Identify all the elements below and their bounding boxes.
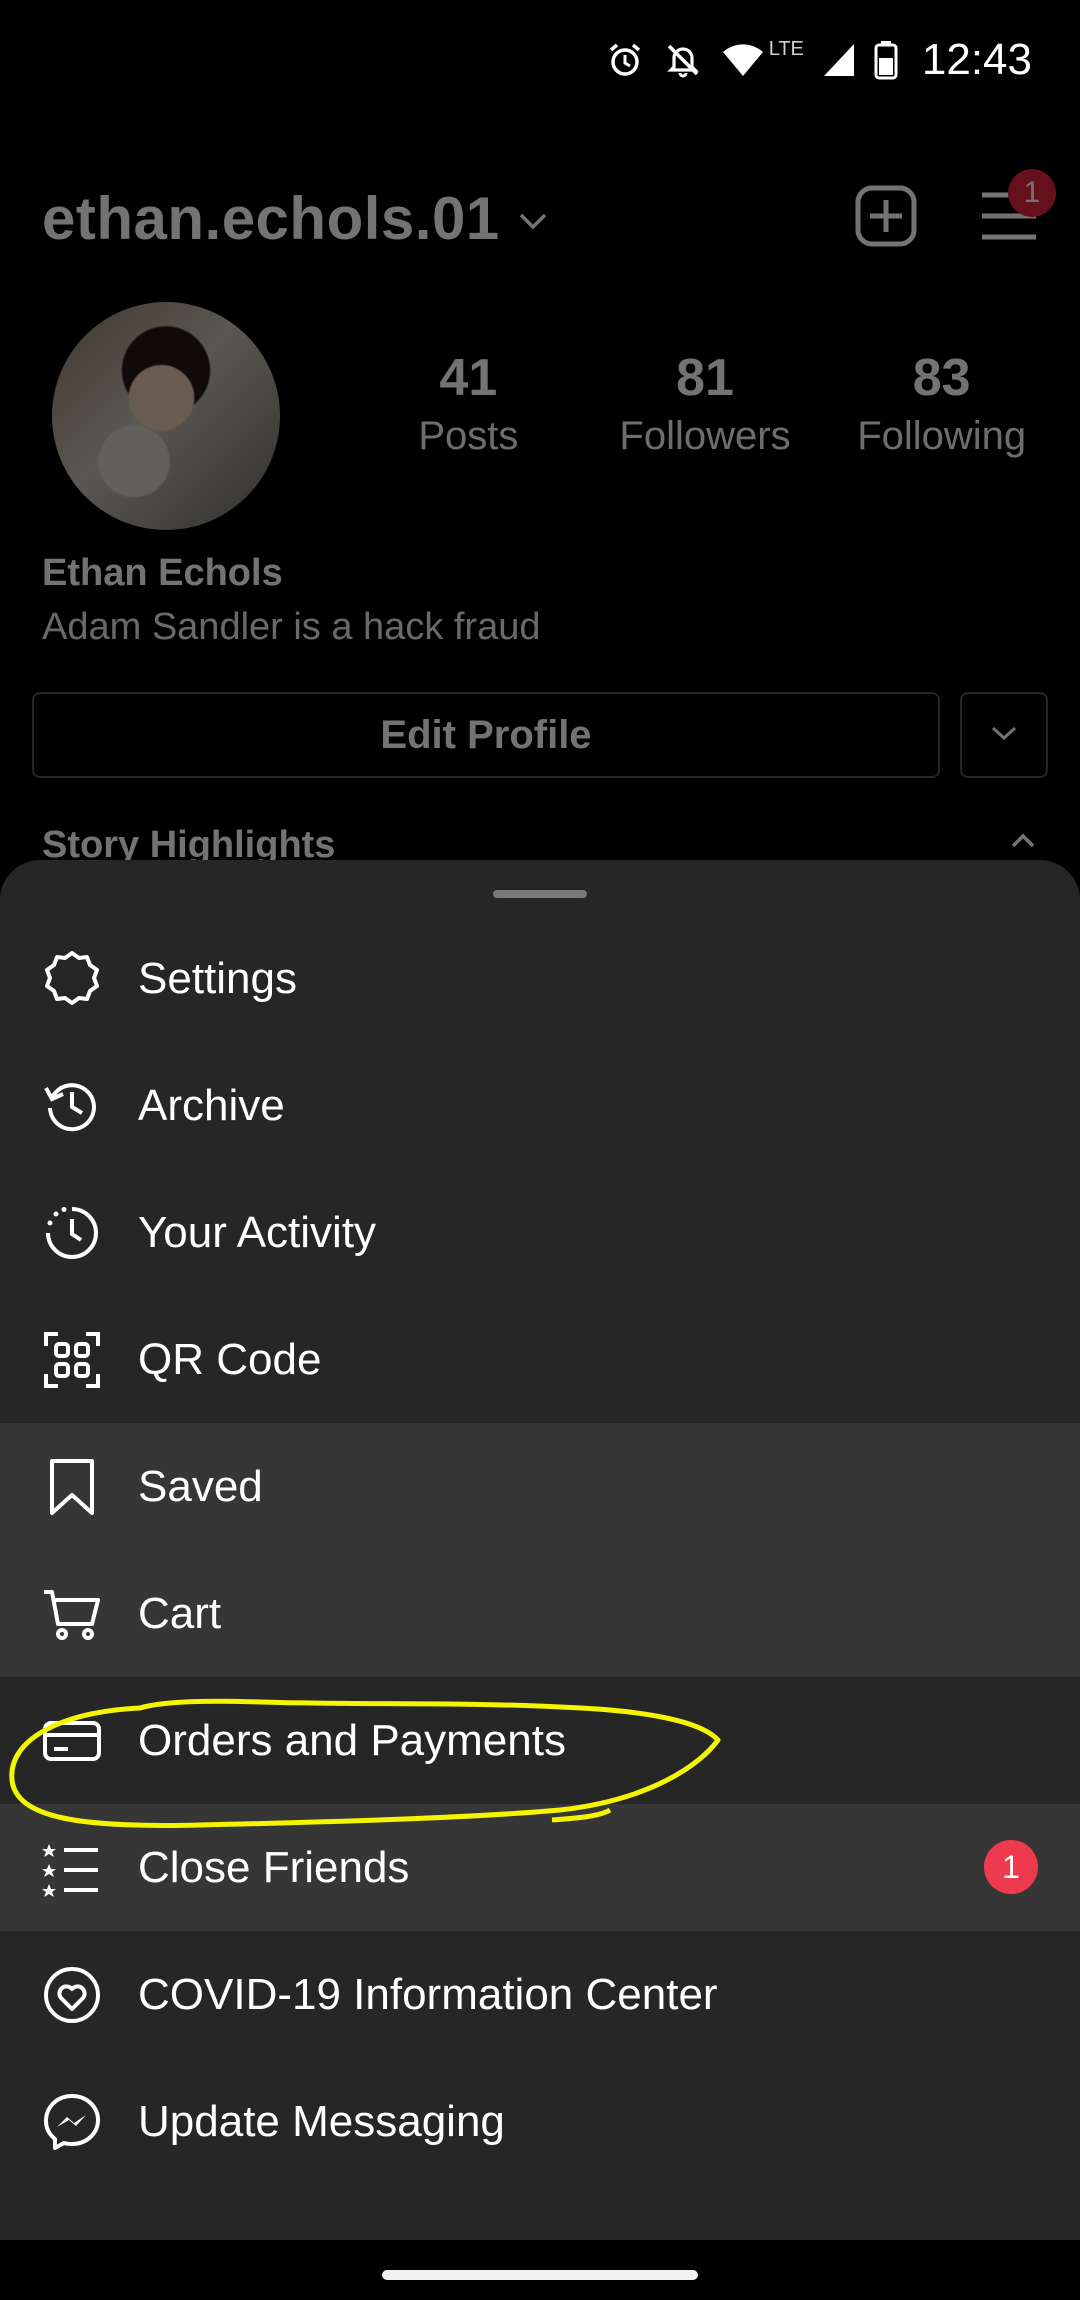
menu-list: Settings Archive Your Activity QR Code S… bbox=[0, 915, 1080, 2185]
menu-item-saved[interactable]: Saved bbox=[0, 1423, 1080, 1550]
stat-label: Posts bbox=[418, 414, 519, 458]
stat-following[interactable]: 83 Following bbox=[823, 348, 1060, 464]
stat-posts[interactable]: 41 Posts bbox=[350, 348, 587, 464]
discover-people-button[interactable] bbox=[960, 692, 1048, 778]
covid-info-icon bbox=[40, 1963, 104, 2027]
battery-icon bbox=[874, 40, 898, 80]
stat-label: Followers bbox=[619, 414, 791, 458]
menu-item-your-activity[interactable]: Your Activity bbox=[0, 1169, 1080, 1296]
stat-value: 81 bbox=[676, 349, 734, 407]
full-name: Ethan Echols bbox=[42, 552, 283, 594]
new-post-icon[interactable] bbox=[854, 184, 918, 253]
chevron-down-icon[interactable] bbox=[518, 211, 548, 236]
avatar[interactable] bbox=[52, 302, 280, 530]
clock: 12:43 bbox=[921, 35, 1032, 84]
profile-header: ethan.echols.01 1 41 Posts 81 Followers … bbox=[0, 120, 1080, 880]
menu-item-label: Settings bbox=[138, 953, 297, 1003]
sheet-drag-handle[interactable] bbox=[493, 890, 587, 898]
card-icon bbox=[40, 1709, 104, 1773]
cart-icon bbox=[40, 1582, 104, 1646]
username-row: ethan.echols.01 1 bbox=[42, 158, 1056, 278]
stat-followers[interactable]: 81 Followers bbox=[587, 348, 824, 464]
profile-stats: 41 Posts 81 Followers 83 Following bbox=[350, 348, 1060, 464]
edit-profile-button[interactable]: Edit Profile bbox=[32, 692, 940, 778]
menu-item-label: Orders and Payments bbox=[138, 1715, 566, 1765]
close-friends-icon bbox=[40, 1836, 104, 1900]
menu-item-settings[interactable]: Settings bbox=[0, 915, 1080, 1042]
bell-off-icon bbox=[663, 40, 703, 80]
menu-item-close-friends[interactable]: Close Friends 1 bbox=[0, 1804, 1080, 1931]
menu-item-label: Archive bbox=[138, 1080, 285, 1130]
bookmark-icon bbox=[40, 1455, 104, 1519]
status-bar: LTE 12:43 bbox=[0, 0, 1080, 120]
menu-item-archive[interactable]: Archive bbox=[0, 1042, 1080, 1169]
menu-item-label: COVID-19 Information Center bbox=[138, 1969, 718, 2019]
menu-item-label: Cart bbox=[138, 1588, 222, 1638]
system-nav-bar bbox=[0, 2240, 1080, 2300]
menu-item-label: QR Code bbox=[138, 1334, 322, 1384]
menu-item-qr-code[interactable]: QR Code bbox=[0, 1296, 1080, 1423]
menu-item-update-messaging[interactable]: Update Messaging bbox=[0, 2058, 1080, 2185]
username[interactable]: ethan.echols.01 bbox=[42, 184, 500, 253]
menu-item-orders-and-payments[interactable]: Orders and Payments bbox=[0, 1677, 1080, 1804]
chevron-up-icon[interactable] bbox=[1010, 832, 1036, 855]
qr-code-icon bbox=[40, 1328, 104, 1392]
network-type: LTE bbox=[768, 37, 804, 60]
menu-notification-badge: 1 bbox=[1008, 168, 1056, 217]
alarm-icon bbox=[605, 40, 645, 80]
settings-icon bbox=[40, 947, 104, 1011]
screen: LTE 12:43 ethan.echols.01 1 41 Posts 81 … bbox=[0, 0, 1080, 2300]
menu-sheet: Settings Archive Your Activity QR Code S… bbox=[0, 860, 1080, 2240]
stat-value: 41 bbox=[439, 349, 498, 407]
stat-value: 83 bbox=[912, 349, 971, 407]
close-friends-badge: 1 bbox=[984, 1840, 1038, 1894]
menu-item-label: Saved bbox=[138, 1461, 263, 1511]
archive-icon bbox=[40, 1074, 104, 1138]
messenger-icon bbox=[40, 2090, 104, 2154]
bio: Adam Sandler is a hack fraud bbox=[42, 606, 541, 648]
activity-icon bbox=[40, 1201, 104, 1265]
home-indicator[interactable] bbox=[382, 2270, 698, 2280]
menu-item-cart[interactable]: Cart bbox=[0, 1550, 1080, 1677]
menu-button[interactable]: 1 bbox=[980, 168, 1056, 246]
top-icons: 1 bbox=[854, 168, 1056, 253]
menu-item-label: Close Friends bbox=[138, 1842, 410, 1892]
wifi-icon bbox=[721, 40, 765, 80]
menu-item-covid-info[interactable]: COVID-19 Information Center bbox=[0, 1931, 1080, 2058]
stat-label: Following bbox=[857, 414, 1027, 458]
signal-icon bbox=[822, 42, 856, 78]
menu-item-label: Your Activity bbox=[138, 1207, 377, 1257]
chevron-down-icon bbox=[989, 723, 1019, 748]
menu-item-label: Update Messaging bbox=[138, 2096, 505, 2146]
